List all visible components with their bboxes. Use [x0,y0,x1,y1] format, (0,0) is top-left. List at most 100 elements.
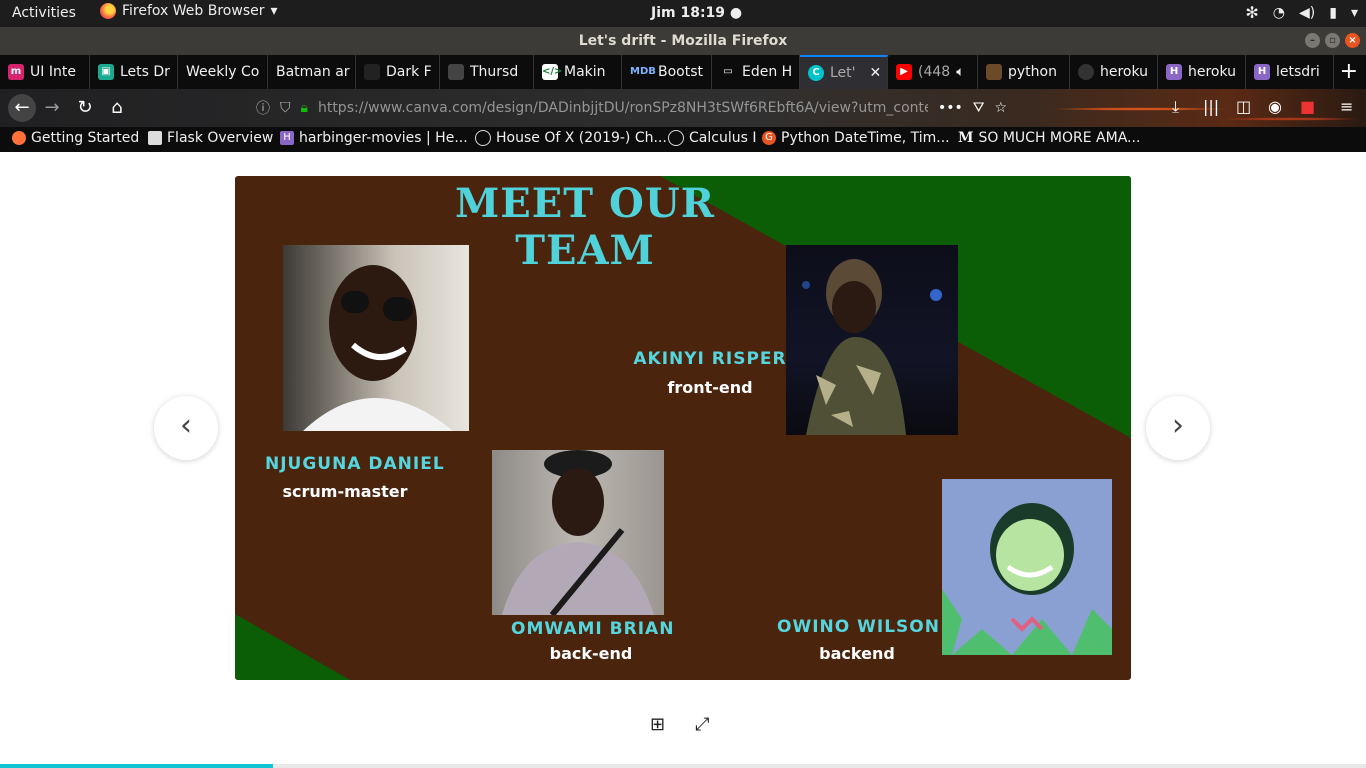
tab-eden[interactable]: ▭ Eden H [712,55,800,89]
globe-icon [668,130,684,146]
tab-heroku-github[interactable]: heroku [1070,55,1158,89]
member-role-njuguna: scrum-master [282,482,408,501]
menu-icon[interactable]: ≡ [1340,97,1353,116]
next-slide-button[interactable]: › [1146,396,1210,460]
bookmark-calculus[interactable]: Calculus I [668,130,756,146]
bookmarks-toolbar: Getting Started Flask Overview H harbing… [0,127,1366,152]
member-photo-akinyi [786,245,958,435]
tab-lets-dr[interactable]: ▣ Lets Dr [90,55,178,89]
downloads-icon[interactable]: ⤓ [1172,97,1179,117]
url-bar[interactable]: ⓘ ⛉ 🔒︎ https://www.canva.com/design/DADi… [256,93,1056,123]
member-name-akinyi: AKINYI RISPER [633,349,787,369]
audio-playing-icon[interactable]: 🔈︎ [956,64,964,80]
heroku-icon: H [280,131,294,145]
medium-icon: M [958,130,974,146]
account-icon[interactable]: ◉ [1268,97,1282,116]
window-titlebar: Let's drift - Mozilla Firefox – ▫ × [0,27,1366,55]
page-actions-icon[interactable]: ••• [938,100,963,116]
chevron-right-icon: › [1172,408,1184,443]
grid-view-icon[interactable]: ⊞ [650,714,665,735]
heroku-icon: H [1254,64,1270,80]
back-button[interactable]: ← [8,94,36,122]
home-button[interactable]: ⌂ [105,96,129,120]
tab-favicon-icon [448,64,464,80]
info-icon[interactable]: ⓘ [256,98,270,118]
tab-ui-inte[interactable]: m UI Inte [0,55,90,89]
chevron-down-icon: ▾ [1350,4,1358,21]
tab-favicon-icon: m [8,64,24,80]
globe-icon [475,130,491,146]
code-icon: </> [542,64,562,80]
library-icon[interactable]: ||| [1203,97,1219,116]
chevron-left-icon: ‹ [180,408,192,443]
tab-favicon-icon: ▣ [98,64,114,80]
close-window-button[interactable]: × [1345,33,1360,48]
tab-batman[interactable]: Batman ar [268,55,356,89]
shield-icon[interactable]: ⛉ [280,100,291,116]
forward-button[interactable]: → [40,96,64,120]
firefox-icon [12,131,26,145]
bookmark-star-icon[interactable]: ☆ [995,100,1008,116]
close-tab-icon[interactable]: ✕ [870,65,882,81]
minimize-button[interactable]: – [1305,33,1320,48]
extension-icon[interactable]: ■ [1300,97,1315,116]
fullscreen-icon[interactable]: ⤢ [695,714,709,735]
app-menu-label: Firefox Web Browser [122,3,265,19]
presentation-slide: MEET OUR TEAM NJUGUNA DANIEL scrum-maste… [235,176,1131,680]
reload-button[interactable]: ↻ [73,96,97,120]
canva-viewer: MEET OUR TEAM NJUGUNA DANIEL scrum-maste… [0,152,1366,768]
member-photo-omwami [492,450,664,615]
member-role-akinyi: front-end [667,378,753,397]
github-icon [1078,64,1094,80]
member-name-owino: OWINO WILSON [777,617,940,637]
activities-button[interactable]: Activities [12,5,76,21]
system-top-bar: Activities Firefox Web Browser ▾ Jim 18:… [0,0,1366,27]
bookmark-so-much-more[interactable]: M SO MUCH MORE AMA... [958,130,1140,146]
tab-thursd[interactable]: Thursd [440,55,534,89]
slack-icon[interactable]: ✻ [1245,3,1258,22]
member-photo-owino [942,479,1112,655]
tab-favicon-icon: ▭ [723,66,733,77]
slide-progress-fill [0,764,274,768]
bookmark-getting-started[interactable]: Getting Started [12,130,139,146]
tab-favicon-icon [364,64,380,80]
maximize-button[interactable]: ▫ [1325,33,1340,48]
volume-icon: ◀) [1299,4,1316,21]
pocket-icon[interactable]: ⛛ [973,100,985,116]
member-photo-njuguna [283,245,469,431]
guru99-icon: G [762,131,776,145]
system-tray[interactable]: ✻ ◔ ◀) ▮ ▾ [1245,3,1358,22]
tab-bootstrap[interactable]: MDB Bootst [622,55,712,89]
url-text[interactable]: https://www.canva.com/design/DADinbjjtDU… [318,100,928,116]
heroku-icon: H [1166,64,1182,80]
previous-slide-button[interactable]: ‹ [154,396,218,460]
viewer-controls: ⊞ ⤢ [650,714,710,735]
tab-dark[interactable]: Dark F [356,55,440,89]
battery-icon: ▮ [1329,4,1337,21]
tab-making[interactable]: </> Makin [534,55,622,89]
caret-down-icon: ▾ [270,3,278,19]
slide-progress-bar [0,764,1366,768]
sidebar-icon[interactable]: ◫ [1236,97,1251,116]
app-menu[interactable]: Firefox Web Browser ▾ [100,3,278,19]
youtube-icon: ▶ [896,64,912,80]
tab-strip: m UI Inte ▣ Lets Dr Weekly Co Batman ar … [0,55,1366,89]
bookmark-python-datetime[interactable]: G Python DateTime, Tim... [762,130,950,146]
navigation-toolbar: ← → ↻ ⌂ ⓘ ⛉ 🔒︎ https://www.canva.com/des… [0,89,1366,127]
tab-youtube[interactable]: ▶ (448 🔈︎ [888,55,978,89]
tab-python[interactable]: python [978,55,1070,89]
member-name-omwami: OMWAMI BRIAN [511,619,675,639]
tab-weekly[interactable]: Weekly Co [178,55,268,89]
flask-icon [148,131,162,145]
new-tab-button[interactable]: + [1340,59,1358,84]
bookmark-harbinger-movies[interactable]: H harbinger-movies | He... [280,130,468,146]
lock-icon[interactable]: 🔒︎ [301,100,308,116]
green-shape-bottom-left [235,614,350,680]
tab-letsdrift-heroku[interactable]: H letsdri [1246,55,1334,89]
bookmark-flask-overview[interactable]: Flask Overview [148,130,273,146]
window-title: Let's drift - Mozilla Firefox [578,33,788,49]
clock[interactable]: Jim 18:19 ● [651,5,742,21]
tab-lets-drift-active[interactable]: C Let' ✕ [800,55,888,89]
tab-heroku[interactable]: H heroku [1158,55,1246,89]
bookmark-house-of-x[interactable]: House Of X (2019-) Ch... [475,130,667,146]
